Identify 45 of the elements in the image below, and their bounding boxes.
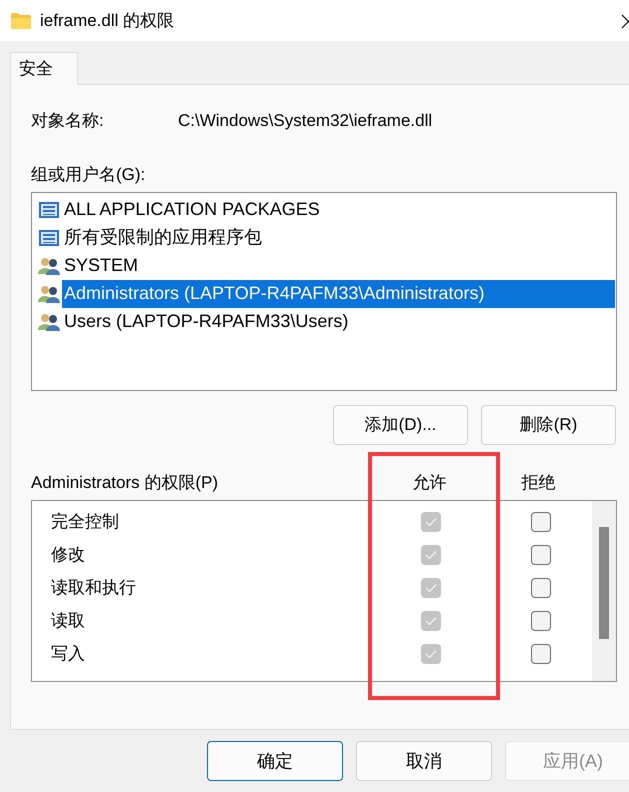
permission-name: 修改 [50, 544, 86, 566]
group-item[interactable]: SYSTEM [62, 252, 615, 280]
groups-label: 组或用户名(G): [31, 164, 146, 186]
checkmark-icon [425, 583, 437, 593]
group-item[interactable]: 所有受限制的应用程序包 [62, 224, 615, 252]
window-title: ieframe.dll 的权限 [40, 10, 174, 32]
checkbox[interactable] [421, 611, 441, 631]
users-icon [38, 284, 60, 302]
checkbox[interactable] [421, 578, 441, 598]
checkbox[interactable] [531, 545, 551, 565]
object-name-value: C:\Windows\System32\ieframe.dll [178, 110, 432, 132]
checkbox[interactable] [421, 545, 441, 565]
checkbox[interactable] [531, 611, 551, 631]
checkbox[interactable] [421, 512, 441, 532]
scrollbar-thumb[interactable] [599, 526, 609, 638]
checkmark-icon [425, 616, 437, 626]
users-icon [38, 256, 60, 274]
permission-name: 读取 [50, 610, 86, 632]
allow-header: 允许 [412, 472, 448, 494]
permission-name: 完全控制 [50, 511, 120, 534]
group-item[interactable]: Administrators (LAPTOP-R4PAFM33\Administrators) [62, 280, 615, 308]
checkmark-icon [425, 649, 437, 659]
group-item[interactable]: Users (LAPTOP-R4PAFM33\Users) [62, 308, 615, 336]
group-action-button[interactable]: 添加(D)... [333, 404, 468, 444]
package-group-icon [38, 200, 60, 218]
checkbox[interactable] [421, 644, 441, 664]
checkmark-icon [425, 550, 437, 560]
folder-icon [10, 12, 32, 30]
group-action-button[interactable]: 删除(R) [481, 404, 616, 444]
checkbox[interactable] [531, 644, 551, 664]
permissions-label: Administrators 的权限(P) [31, 472, 220, 494]
package-group-icon [38, 228, 60, 246]
scrollbar[interactable] [592, 500, 616, 680]
group-item[interactable]: ALL APPLICATION PACKAGES [62, 196, 615, 224]
checkmark-icon [425, 517, 437, 527]
dialog-button[interactable]: 确定 [207, 741, 343, 781]
permission-name: 写入 [50, 643, 86, 666]
checkbox[interactable] [531, 578, 551, 598]
deny-header: 拒绝 [520, 472, 556, 494]
dialog-button[interactable]: 取消 [356, 741, 492, 781]
object-name-label: 对象名称: [31, 110, 105, 132]
users-icon [38, 312, 60, 330]
tab[interactable]: 安全 [10, 52, 78, 85]
permission-name: 读取和执行 [50, 577, 137, 600]
checkbox[interactable] [531, 512, 551, 532]
